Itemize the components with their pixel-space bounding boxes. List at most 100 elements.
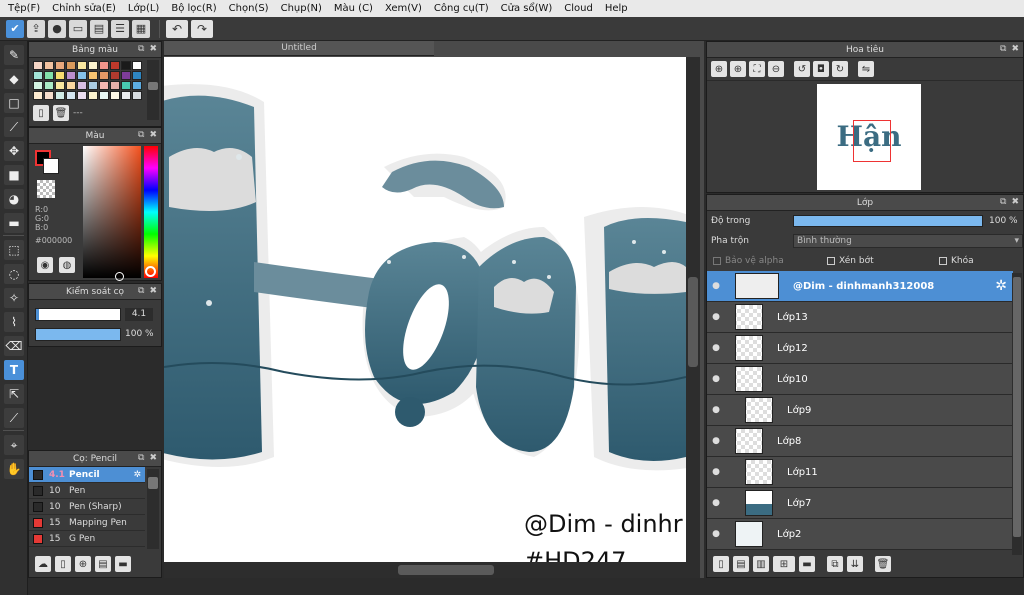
zoom-out-icon[interactable]: ⊖ (768, 61, 784, 77)
brush-item[interactable]: 15 Mapping Pen (29, 515, 145, 531)
detach-icon[interactable]: ⧉ (138, 453, 144, 463)
gear-icon[interactable]: ✲ (995, 278, 1007, 294)
eye-icon[interactable]: ● (707, 498, 725, 508)
reset-view-icon[interactable]: ◘ (813, 61, 829, 77)
layer-row[interactable]: ● Lớp7 (707, 488, 1013, 519)
blend-mode-select[interactable]: Bình thường ▾ (793, 234, 1023, 248)
brush-size-value[interactable]: 4.1 (125, 308, 153, 321)
list-icon[interactable]: ☰ (111, 19, 129, 38)
color-swatch[interactable] (110, 61, 120, 70)
color-swatch[interactable] (132, 71, 142, 80)
close-icon[interactable]: ✖ (1011, 197, 1019, 207)
color-swatch[interactable] (44, 71, 54, 80)
select-rect-tool-icon[interactable]: ⬚ (4, 240, 24, 260)
brush-opacity-slider[interactable] (35, 328, 121, 341)
color-swatch[interactable] (77, 71, 87, 80)
color-swatch[interactable] (77, 61, 87, 70)
eye-icon[interactable]: ● (707, 467, 725, 477)
gear-icon[interactable]: ✲ (133, 470, 141, 480)
hand-tool-icon[interactable]: ✋ (4, 459, 24, 479)
menu-select[interactable]: Chọn(S) (225, 3, 277, 14)
brush-item[interactable]: 15 G Pen (29, 531, 145, 547)
divide-tool-icon[interactable]: ⟋ (4, 408, 24, 428)
color-swatch[interactable] (99, 61, 109, 70)
folder-icon[interactable]: ▬ (799, 556, 815, 572)
brush-tool-icon[interactable]: ✎ (4, 45, 24, 65)
new-layer-icon[interactable]: ▯ (713, 556, 729, 572)
color-swatch[interactable] (88, 81, 98, 90)
palette-scrollbar[interactable] (147, 60, 159, 120)
canvas-horizontal-scrollbar[interactable] (164, 562, 700, 578)
eye-icon[interactable]: ● (707, 529, 725, 539)
gradient-tool-icon[interactable]: ▬ (4, 213, 24, 233)
color-swatch[interactable] (33, 81, 43, 90)
lasso-tool-icon[interactable]: ◌ (4, 264, 24, 284)
color-swatch[interactable] (132, 91, 142, 100)
eye-icon[interactable]: ● (707, 312, 725, 322)
drawing-canvas[interactable]: @Dim - dinhr #HD247 (164, 57, 686, 562)
add-brush-icon[interactable]: ⊕ (75, 556, 91, 572)
rotate-left-icon[interactable]: ↺ (794, 61, 810, 77)
move-tool-icon[interactable]: ✥ (4, 141, 24, 161)
detach-icon[interactable]: ⧉ (138, 44, 144, 54)
color-wheel-icon[interactable]: ◍ (59, 257, 75, 273)
undo-icon[interactable]: ↶ (166, 19, 188, 38)
color-swatch[interactable] (99, 91, 109, 100)
brush-cloud-icon[interactable]: ☁ (35, 556, 51, 572)
color-swatch[interactable] (77, 91, 87, 100)
navigator-viewport-rect[interactable] (853, 120, 891, 162)
color-swatch[interactable] (66, 81, 76, 90)
menu-file[interactable]: Tệp(F) (4, 3, 48, 14)
chat-icon[interactable]: ▭ (69, 19, 87, 38)
color-swatch[interactable] (121, 61, 131, 70)
brush-settings-icon[interactable]: ▤ (95, 556, 111, 572)
detach-icon[interactable]: ⧉ (138, 286, 144, 296)
fill-rect-tool-icon[interactable]: ■ (4, 165, 24, 185)
color-swatch[interactable] (99, 81, 109, 90)
layer-row[interactable]: ● Lớp11 (707, 457, 1013, 488)
menu-color[interactable]: Màu (C) (330, 3, 381, 14)
canvas-vertical-scrollbar[interactable] (686, 57, 700, 562)
eraser-tool-icon[interactable]: ◆ (4, 69, 24, 89)
fit-icon[interactable]: ⛶ (749, 61, 765, 77)
trash-icon[interactable]: 🗑 (875, 556, 891, 572)
color-swatch[interactable] (55, 91, 65, 100)
menu-edit[interactable]: Chỉnh sửa(E) (48, 3, 124, 14)
color-swatch[interactable] (99, 71, 109, 80)
color-swatch[interactable] (66, 61, 76, 70)
add-layer-menu-icon[interactable]: ⊞ (773, 556, 795, 572)
color-swatch[interactable] (44, 61, 54, 70)
menu-layer[interactable]: Lớp(L) (124, 3, 167, 14)
protect-alpha-checkbox[interactable] (713, 257, 721, 265)
flip-icon[interactable]: ⇋ (858, 61, 874, 77)
layer-row[interactable]: ● @Dim - dinhmanh312008 ✲ (707, 271, 1013, 302)
color-swatch[interactable] (33, 71, 43, 80)
color-swatch[interactable] (88, 61, 98, 70)
color-swatch[interactable] (121, 81, 131, 90)
background-color-swatch[interactable] (43, 158, 59, 174)
color-swatch[interactable] (132, 81, 142, 90)
navigator-preview[interactable]: Hận (817, 84, 921, 190)
redo-icon[interactable]: ↷ (191, 19, 213, 38)
transparent-swatch[interactable] (37, 180, 55, 198)
duplicate-layer-icon[interactable]: ⧉ (827, 556, 843, 572)
color-swatch[interactable] (121, 71, 131, 80)
menu-view[interactable]: Xem(V) (381, 3, 430, 14)
comment-icon[interactable]: ● (48, 19, 66, 38)
color-swatch[interactable] (33, 91, 43, 100)
color-swatch[interactable] (88, 91, 98, 100)
select-pen-tool-icon[interactable]: ⌇ (4, 312, 24, 332)
brush-item[interactable]: 10 Pen (Sharp) (29, 499, 145, 515)
color-swatch[interactable] (132, 61, 142, 70)
menu-tools[interactable]: Công cụ(T) (430, 3, 497, 14)
new-halftone-layer-icon[interactable]: ▤ (733, 556, 749, 572)
magic-wand-tool-icon[interactable]: ✧ (4, 288, 24, 308)
layer-row[interactable]: ● Lớp10 (707, 364, 1013, 395)
eye-icon[interactable]: ● (707, 281, 725, 291)
layer-row[interactable]: ● Lớp13 (707, 302, 1013, 333)
color-swatch[interactable] (44, 81, 54, 90)
layer-opacity-slider[interactable] (793, 215, 983, 227)
color-swatch[interactable] (33, 61, 43, 70)
brush-item[interactable]: 4.1 Pencil ✲ (29, 467, 145, 483)
new-brush-icon[interactable]: ▯ (55, 556, 71, 572)
